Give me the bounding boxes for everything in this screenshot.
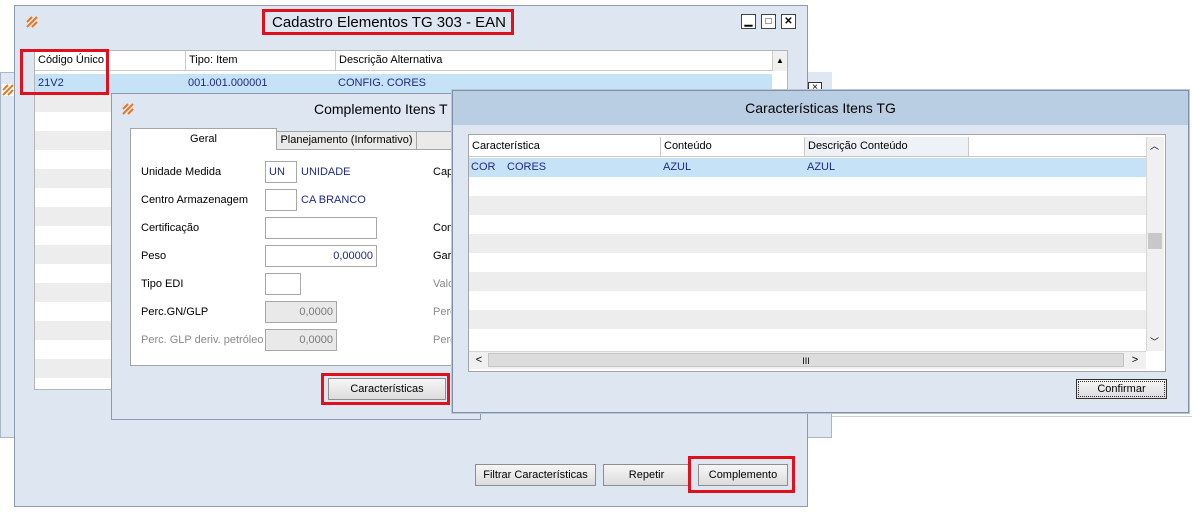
scroll-down-icon[interactable]: ﹀ — [1146, 335, 1163, 349]
column-header-conteudo[interactable]: Conteúdo — [661, 137, 805, 156]
peso-input[interactable]: 0,00000 — [265, 245, 377, 267]
caracteristicas-grid-header: Característica Conteúdo Descrição Conteú… — [469, 137, 1146, 157]
empty-row — [469, 310, 1146, 329]
table-row[interactable]: COR CORES AZUL AZUL — [469, 158, 1146, 177]
title-highlight-box — [262, 9, 514, 35]
row-descricao: CONFIG. CORES — [338, 77, 427, 89]
scroll-left-icon[interactable]: < — [472, 352, 486, 368]
empty-row — [35, 169, 111, 188]
filtrar-caracteristicas-button[interactable]: Filtrar Características — [475, 464, 596, 486]
row-descricao-conteudo: AZUL — [807, 161, 836, 173]
unidade-medida-label: Unidade Medida — [141, 166, 222, 178]
complemento-highlight-box — [688, 456, 795, 493]
tipo-edi-label: Tipo EDI — [141, 278, 184, 290]
empty-row — [35, 245, 111, 264]
app-logo-icon — [26, 16, 38, 28]
scroll-thumb-vertical[interactable] — [1148, 233, 1162, 249]
app-logo-icon — [2, 84, 14, 96]
empty-row — [469, 234, 1146, 253]
row-caracteristica-nome: CORES — [507, 161, 547, 173]
caracteristicas-window-title: Características Itens TG — [745, 100, 896, 116]
column-header-tipo[interactable]: Tipo: Item — [186, 51, 336, 70]
certificacao-label: Certificação — [141, 222, 200, 234]
perc-gn-glp-input: 0,0000 — [265, 301, 337, 323]
maximize-icon[interactable]: □ — [761, 14, 776, 29]
main-grid-header: Código Único Tipo: Item Descrição Altern… — [35, 51, 772, 71]
centro-armazenagem-desc: CA BRANCO — [301, 194, 366, 206]
empty-row — [35, 207, 111, 226]
empty-row — [35, 131, 111, 150]
tab-planejamento[interactable]: Planejamento (Informativo) — [276, 131, 417, 150]
close-icon[interactable]: ✕ — [781, 14, 796, 29]
empty-row — [35, 283, 111, 302]
row-caracteristica-codigo: COR — [471, 161, 496, 173]
scroll-right-icon[interactable]: > — [1128, 352, 1142, 368]
confirmar-button[interactable]: Confirmar — [1076, 379, 1167, 399]
tipo-edi-input[interactable] — [265, 273, 301, 295]
row-conteudo: AZUL — [663, 161, 692, 173]
column-header-descricao[interactable]: Descrição Alternativa — [336, 51, 772, 70]
empty-row — [35, 93, 111, 112]
repetir-button[interactable]: Repetir — [603, 464, 690, 486]
perc-glp-deriv-label: Perc. GLP deriv. petróleo — [141, 334, 264, 346]
empty-row — [35, 359, 111, 378]
scroll-up-icon[interactable]: ︿ — [1146, 139, 1163, 153]
empty-row — [469, 196, 1146, 215]
centro-armazenagem-input[interactable] — [265, 189, 297, 211]
app-logo-icon — [122, 103, 134, 115]
unidade-medida-input[interactable]: UN — [265, 161, 297, 183]
scroll-thumb-horizontal[interactable]: III — [488, 353, 1124, 367]
cap-label: Cap — [433, 166, 454, 178]
minimize-icon[interactable]: ▁ — [741, 14, 756, 29]
empty-row — [35, 321, 111, 340]
column-header-caracteristica[interactable]: Característica — [469, 137, 661, 156]
perc-glp-deriv-input: 0,0000 — [265, 329, 337, 351]
con-label: Con — [433, 222, 454, 234]
row-tipo: 001.001.000001 — [188, 77, 268, 89]
caracteristicas-highlight-box — [321, 373, 450, 405]
codigo-highlight-box — [20, 49, 109, 95]
column-header-descricao-conteudo[interactable]: Descrição Conteúdo — [805, 137, 969, 156]
certificacao-input[interactable] — [265, 217, 377, 239]
empty-row — [469, 272, 1146, 291]
perc-gn-glp-label: Perc.GN/GLP — [141, 306, 209, 318]
gar-label: Gar — [433, 250, 452, 262]
centro-armazenagem-label: Centro Armazenagem — [141, 194, 248, 206]
tab-geral[interactable]: Geral — [130, 128, 277, 150]
unidade-medida-desc: UNIDADE — [301, 166, 351, 178]
complemento-window-title: Complemento Itens T — [314, 101, 448, 117]
peso-label: Peso — [141, 250, 167, 262]
main-grid-vscroll[interactable]: ▲ — [772, 51, 787, 71]
